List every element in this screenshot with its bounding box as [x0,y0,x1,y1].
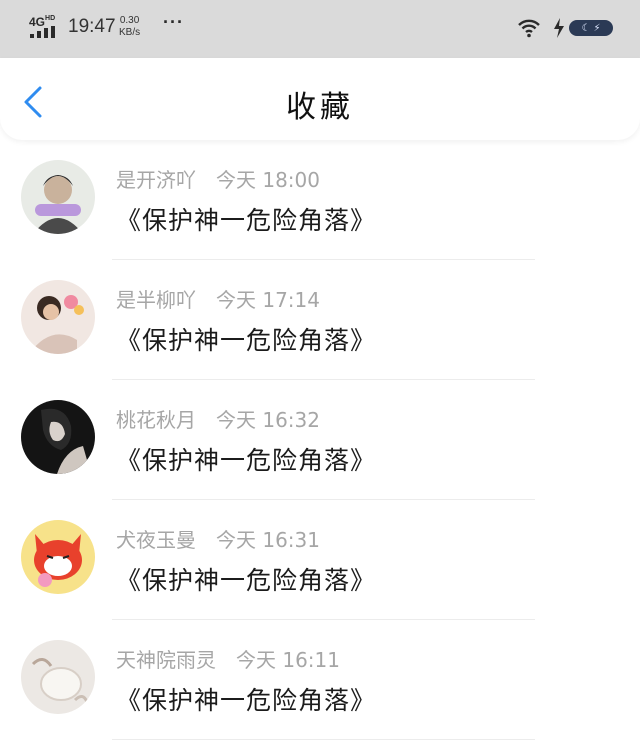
wifi-icon [518,19,540,38]
clock: 19:47 [68,16,116,37]
list-item[interactable]: 是半柳吖 今天 17:14 《保护神一危险角落》 [0,260,640,380]
item-meta: 是半柳吖 今天 17:14 [116,284,320,313]
network-hd-label: HD [45,15,56,22]
item-time: 今天 16:32 [216,408,320,432]
battery-level-icon: ⚡ [593,22,601,34]
item-title: 《保护神一危险角落》 [116,446,377,475]
avatar[interactable] [21,400,95,474]
item-user: 是开济吖 [116,168,196,192]
item-time: 今天 16:11 [236,648,340,672]
item-meta: 桃花秋月 今天 16:32 [116,404,320,433]
signal-icon [30,26,55,38]
network-speed-value: 0.30 [119,15,140,26]
network-speed-unit: KB/s [119,27,141,38]
item-title: 《保护神一危险角落》 [116,206,377,235]
item-user: 天神院雨灵 [116,648,216,672]
avatar[interactable] [21,520,95,594]
list-item[interactable]: 天神院雨灵 今天 16:11 《保护神一危险角落》 [0,620,640,740]
list-item[interactable]: 是开济吖 今天 18:00 《保护神一危险角落》 [0,140,640,260]
item-title: 《保护神一危险角落》 [116,686,377,715]
item-meta: 天神院雨灵 今天 16:11 [116,644,340,673]
network-speed: 0.30 KB/s [119,15,140,39]
item-meta: 犬夜玉曼 今天 16:31 [116,524,320,553]
battery-icon: ☾ ⚡ [569,20,613,36]
item-title: 《保护神一危险角落》 [116,326,377,355]
item-user: 桃花秋月 [116,408,196,432]
avatar[interactable] [21,160,95,234]
nav-bar: 收藏 [0,58,640,140]
item-time: 今天 17:14 [216,288,320,312]
item-title: 《保护神一危险角落》 [116,566,377,595]
page-title: 收藏 [286,90,354,125]
list-item[interactable]: 犬夜玉曼 今天 16:31 《保护神一危险角落》 [0,500,640,620]
item-user: 是半柳吖 [116,288,196,312]
moon-icon: ☾ [581,22,591,34]
divider [112,739,535,740]
item-time: 今天 18:00 [216,168,320,192]
item-time: 今天 16:31 [216,528,320,552]
more-notifications-icon: ··· [163,12,184,32]
favorites-list: 是开济吖 今天 18:00 《保护神一危险角落》 是半柳吖 今天 17:14 《保护… [0,140,640,740]
charging-icon [554,18,564,38]
avatar[interactable] [21,640,95,714]
item-user: 犬夜玉曼 [116,528,196,552]
list-item[interactable]: 桃花秋月 今天 16:32 《保护神一危险角落》 [0,380,640,500]
status-bar: 4GHD 19:47 0.30 KB/s ··· ☾ ⚡ [0,0,640,58]
avatar[interactable] [21,280,95,354]
item-meta: 是开济吖 今天 18:00 [116,164,320,193]
